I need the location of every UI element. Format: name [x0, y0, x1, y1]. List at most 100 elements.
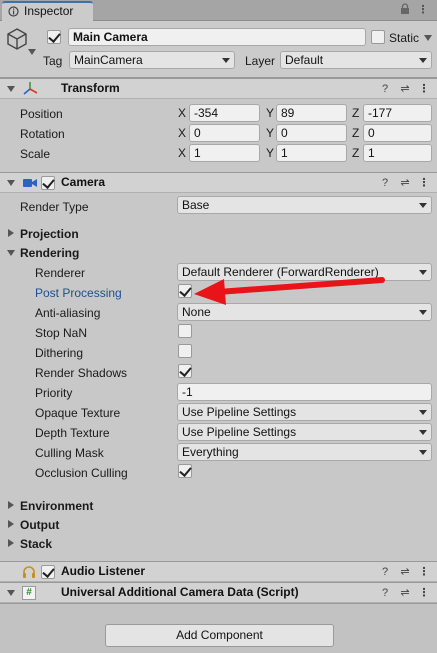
tag-label: Tag — [43, 54, 63, 68]
audio-listener-header[interactable]: Audio Listener ? ⇌ ⋮ — [0, 561, 437, 582]
rotation-y-field[interactable]: 0 — [276, 124, 347, 142]
help-icon[interactable]: ? — [379, 83, 391, 95]
help-icon[interactable]: ? — [379, 587, 391, 599]
depth-texture-dropdown[interactable]: Use Pipeline Settings — [177, 423, 432, 441]
audio-listener-title: Audio Listener — [61, 564, 146, 578]
transform-title: Transform — [61, 81, 120, 95]
more-icon[interactable]: ⋮ — [418, 587, 430, 599]
presets-icon[interactable]: ⇌ — [399, 566, 411, 578]
footer-area: Add Component — [0, 603, 437, 653]
object-name-field[interactable]: Main Camera — [68, 28, 366, 46]
layer-dropdown[interactable]: Default — [280, 51, 432, 69]
axis-z-label[interactable]: Z — [352, 144, 359, 162]
position-z-field[interactable]: -177 — [363, 104, 432, 122]
more-icon[interactable]: ⋮ — [418, 566, 430, 578]
presets-icon[interactable]: ⇌ — [399, 587, 411, 599]
stop-nan-checkbox[interactable] — [178, 324, 192, 338]
axis-x-label[interactable]: X — [178, 124, 186, 142]
axis-z-label[interactable]: Z — [352, 104, 359, 122]
depth-texture-value: Use Pipeline Settings — [182, 425, 297, 439]
opaque-texture-dropdown[interactable]: Use Pipeline Settings — [177, 403, 432, 421]
render-shadows-label: Render Shadows — [35, 366, 128, 380]
more-icon[interactable]: ⋮ — [418, 177, 430, 189]
foldout-expanded-icon[interactable] — [7, 590, 15, 596]
scale-z-field[interactable]: 1 — [363, 144, 432, 162]
render-type-dropdown[interactable]: Base — [177, 196, 432, 214]
render-type-label: Render Type — [20, 200, 89, 214]
dithering-label: Dithering — [35, 346, 84, 360]
static-checkbox[interactable] — [371, 30, 385, 44]
transform-body: Position X -354 Y 89 Z -177 Rotation X 0… — [0, 99, 437, 172]
opaque-texture-value: Use Pipeline Settings — [182, 405, 297, 419]
uacd-header[interactable]: # Universal Additional Camera Data (Scri… — [0, 582, 437, 603]
rotation-x-field[interactable]: 0 — [189, 124, 260, 142]
axis-y-label[interactable]: Y — [266, 144, 274, 162]
occlusion-culling-label: Occlusion Culling — [35, 466, 128, 480]
output-foldout-icon[interactable] — [8, 520, 14, 528]
environment-label[interactable]: Environment — [20, 498, 93, 514]
projection-label[interactable]: Projection — [20, 226, 79, 242]
more-icon[interactable]: ⋮ — [417, 3, 429, 17]
help-icon[interactable]: ? — [379, 177, 391, 189]
post-processing-label: Post Processing — [35, 286, 122, 300]
audio-listener-enabled-toggle[interactable] — [41, 565, 55, 579]
camera-enabled-toggle[interactable] — [41, 176, 55, 190]
layer-label: Layer — [245, 54, 276, 68]
transform-header[interactable]: Transform ? ⇌ ⋮ — [0, 78, 437, 99]
axis-x-label[interactable]: X — [178, 144, 186, 162]
scale-y-field[interactable]: 1 — [276, 144, 347, 162]
static-dropdown-icon[interactable] — [424, 35, 432, 41]
camera-header[interactable]: Camera ? ⇌ ⋮ — [0, 172, 437, 193]
position-x-field[interactable]: -354 — [189, 104, 260, 122]
presets-icon[interactable]: ⇌ — [399, 83, 411, 95]
axis-y-label[interactable]: Y — [266, 104, 274, 122]
stack-foldout-icon[interactable] — [8, 539, 14, 547]
scale-label: Scale — [20, 147, 51, 161]
camera-icon — [23, 179, 37, 187]
environment-foldout-icon[interactable] — [8, 501, 14, 509]
render-type-value: Base — [182, 198, 210, 212]
stack-label[interactable]: Stack — [20, 536, 52, 552]
camera-body: Render Type Base Projection Rendering Re… — [0, 193, 437, 561]
add-component-button[interactable]: Add Component — [105, 624, 334, 647]
rotation-label: Rotation — [20, 127, 65, 141]
rendering-foldout-icon[interactable] — [7, 250, 15, 256]
tag-dropdown[interactable]: MainCamera — [69, 51, 235, 69]
chevron-down-icon — [419, 430, 427, 435]
rotation-z-field[interactable]: 0 — [363, 124, 432, 142]
uacd-title: Universal Additional Camera Data (Script… — [61, 585, 299, 599]
lock-icon[interactable] — [399, 3, 411, 17]
anti-aliasing-label: Anti-aliasing — [35, 306, 101, 320]
info-icon — [8, 6, 19, 17]
layer-value: Default — [285, 53, 324, 67]
more-icon[interactable]: ⋮ — [418, 83, 430, 95]
render-shadows-checkbox[interactable] — [178, 364, 192, 378]
axis-y-label[interactable]: Y — [266, 124, 274, 142]
culling-mask-dropdown[interactable]: Everything — [177, 443, 432, 461]
chevron-down-icon — [419, 203, 427, 208]
chevron-down-icon — [419, 58, 427, 63]
presets-icon[interactable]: ⇌ — [399, 177, 411, 189]
axis-z-label[interactable]: Z — [352, 124, 359, 142]
scale-x-field[interactable]: 1 — [189, 144, 260, 162]
renderer-label: Renderer — [35, 266, 86, 280]
tab-inspector[interactable]: Inspector — [2, 1, 93, 21]
foldout-expanded-icon[interactable] — [7, 86, 15, 92]
foldout-expanded-icon[interactable] — [7, 180, 15, 186]
axis-x-label[interactable]: X — [178, 104, 186, 122]
icon-dropdown-icon[interactable] — [28, 49, 36, 55]
occlusion-culling-checkbox[interactable] — [178, 464, 192, 478]
projection-foldout-icon[interactable] — [8, 229, 14, 237]
active-toggle[interactable] — [47, 30, 61, 44]
dithering-checkbox[interactable] — [178, 344, 192, 358]
priority-field[interactable]: -1 — [177, 383, 432, 401]
help-icon[interactable]: ? — [379, 566, 391, 578]
opaque-texture-label: Opaque Texture — [35, 406, 121, 420]
position-label: Position — [20, 107, 63, 121]
position-y-field[interactable]: 89 — [276, 104, 347, 122]
script-icon: # — [22, 586, 36, 600]
rendering-label[interactable]: Rendering — [20, 245, 79, 261]
tag-value: MainCamera — [74, 53, 143, 67]
output-label[interactable]: Output — [20, 517, 59, 533]
gameobject-icon[interactable] — [6, 27, 28, 51]
